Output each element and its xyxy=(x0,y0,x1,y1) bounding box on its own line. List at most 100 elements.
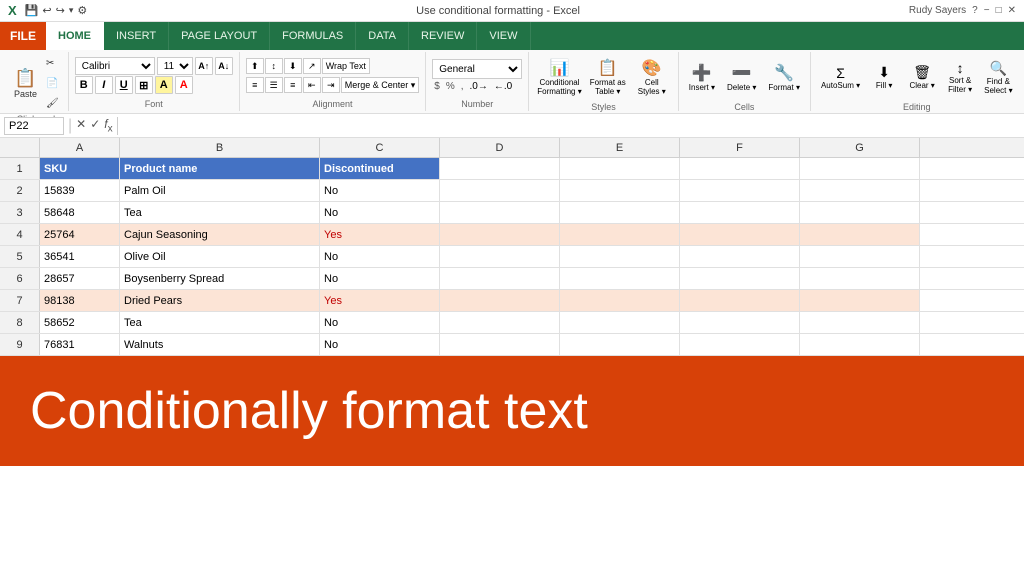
cell-e9[interactable] xyxy=(560,334,680,355)
cell-sku[interactable]: 15839 xyxy=(40,180,120,201)
align-top-button[interactable]: ⬆ xyxy=(246,58,264,74)
align-center-button[interactable]: ☰ xyxy=(265,77,283,93)
cell-e1[interactable] xyxy=(560,158,680,179)
increase-indent-button[interactable]: ⇥ xyxy=(322,77,340,93)
cell-e2[interactable] xyxy=(560,180,680,201)
col-header-f[interactable]: F xyxy=(680,138,800,157)
cell-sku[interactable]: 76831 xyxy=(40,334,120,355)
cut-button[interactable]: ✂ xyxy=(43,54,62,72)
delete-button[interactable]: ➖ Delete ▾ xyxy=(723,54,760,100)
cell-f9[interactable] xyxy=(680,334,800,355)
tab-home[interactable]: HOME xyxy=(46,22,104,50)
cell-e6[interactable] xyxy=(560,268,680,289)
fill-button[interactable]: ⬇ Fill ▾ xyxy=(866,54,902,100)
cell-g4[interactable] xyxy=(800,224,920,245)
cell-discontinued[interactable]: No xyxy=(320,202,440,223)
formula-input[interactable] xyxy=(117,117,1020,135)
cell-d5[interactable] xyxy=(440,246,560,267)
tab-review[interactable]: REVIEW xyxy=(409,22,477,50)
sort-filter-button[interactable]: ↕ Sort &Filter ▾ xyxy=(942,54,978,100)
increase-decimal-button[interactable]: .0→ xyxy=(468,81,490,92)
row-number[interactable]: 3 xyxy=(0,202,40,223)
font-grow-button[interactable]: A↑ xyxy=(195,57,213,75)
cell-discontinued[interactable]: No xyxy=(320,246,440,267)
cell-d7[interactable] xyxy=(440,290,560,311)
cell-product[interactable]: Tea xyxy=(120,312,320,333)
find-select-button[interactable]: 🔍 Find &Select ▾ xyxy=(980,54,1016,100)
cell-f2[interactable] xyxy=(680,180,800,201)
row-number[interactable]: 1 xyxy=(0,158,40,179)
row-number[interactable]: 7 xyxy=(0,290,40,311)
cell-g5[interactable] xyxy=(800,246,920,267)
comma-button[interactable]: , xyxy=(459,81,466,92)
help-btn[interactable]: ? xyxy=(972,5,978,16)
cell-f3[interactable] xyxy=(680,202,800,223)
cell-product[interactable]: Dried Pears xyxy=(120,290,320,311)
insert-button[interactable]: ➕ Insert ▾ xyxy=(685,54,719,100)
cell-e8[interactable] xyxy=(560,312,680,333)
cell-product[interactable]: Cajun Seasoning xyxy=(120,224,320,245)
tab-file[interactable]: FILE xyxy=(0,22,46,50)
col-header-c[interactable]: C xyxy=(320,138,440,157)
cell-sku[interactable]: 58652 xyxy=(40,312,120,333)
font-color-button[interactable]: A xyxy=(175,76,193,94)
row-number[interactable]: 6 xyxy=(0,268,40,289)
tab-data[interactable]: DATA xyxy=(356,22,409,50)
font-family-select[interactable]: Calibri xyxy=(75,57,155,75)
undo-icon[interactable]: ↩ xyxy=(42,4,51,17)
cell-discontinued[interactable]: No xyxy=(320,334,440,355)
cell-sku[interactable]: 58648 xyxy=(40,202,120,223)
cell-d4[interactable] xyxy=(440,224,560,245)
format-as-table-button[interactable]: 📋 Format asTable ▾ xyxy=(588,54,628,100)
col-header-b[interactable]: B xyxy=(120,138,320,157)
confirm-formula-icon[interactable]: ✓ xyxy=(90,117,100,134)
font-size-select[interactable]: 11 xyxy=(157,57,193,75)
header-discontinued[interactable]: Discontinued xyxy=(320,158,440,179)
tab-page-layout[interactable]: PAGE LAYOUT xyxy=(169,22,270,50)
format-button[interactable]: 🔧 Format ▾ xyxy=(764,54,804,100)
italic-button[interactable]: I xyxy=(95,76,113,94)
cell-g6[interactable] xyxy=(800,268,920,289)
cell-product[interactable]: Palm Oil xyxy=(120,180,320,201)
cell-discontinued[interactable]: No xyxy=(320,180,440,201)
font-shrink-button[interactable]: A↓ xyxy=(215,57,233,75)
cancel-formula-icon[interactable]: ✕ xyxy=(76,117,86,134)
save-icon[interactable]: 💾 xyxy=(25,4,39,17)
minimize-btn[interactable]: − xyxy=(984,5,990,16)
cell-f1[interactable] xyxy=(680,158,800,179)
conditional-formatting-button[interactable]: 📊 ConditionalFormatting ▾ xyxy=(535,54,583,100)
cell-d3[interactable] xyxy=(440,202,560,223)
cell-discontinued[interactable]: Yes xyxy=(320,290,440,311)
cell-g2[interactable] xyxy=(800,180,920,201)
row-number[interactable]: 8 xyxy=(0,312,40,333)
cell-sku[interactable]: 28657 xyxy=(40,268,120,289)
align-right-button[interactable]: ≡ xyxy=(284,77,302,93)
cell-d8[interactable] xyxy=(440,312,560,333)
cell-e3[interactable] xyxy=(560,202,680,223)
autosum-button[interactable]: Σ AutoSum ▾ xyxy=(817,54,864,100)
cell-discontinued[interactable]: Yes xyxy=(320,224,440,245)
format-painter-button[interactable]: 🖌 xyxy=(43,94,62,112)
header-sku[interactable]: SKU xyxy=(40,158,120,179)
paste-button[interactable]: 📋 Paste xyxy=(10,60,41,106)
number-format-select[interactable]: General xyxy=(432,59,522,79)
cell-g1[interactable] xyxy=(800,158,920,179)
cell-e4[interactable] xyxy=(560,224,680,245)
close-btn[interactable]: ✕ xyxy=(1008,5,1016,16)
cell-styles-button[interactable]: 🎨 CellStyles ▾ xyxy=(632,54,672,100)
align-bottom-button[interactable]: ⬇ xyxy=(284,58,302,74)
tab-insert[interactable]: INSERT xyxy=(104,22,169,50)
tab-formulas[interactable]: FORMULAS xyxy=(270,22,356,50)
cell-f6[interactable] xyxy=(680,268,800,289)
col-header-d[interactable]: D xyxy=(440,138,560,157)
cell-d2[interactable] xyxy=(440,180,560,201)
cell-e5[interactable] xyxy=(560,246,680,267)
cell-sku[interactable]: 98138 xyxy=(40,290,120,311)
underline-button[interactable]: U xyxy=(115,76,133,94)
row-number[interactable]: 4 xyxy=(0,224,40,245)
cell-f5[interactable] xyxy=(680,246,800,267)
dollar-button[interactable]: $ xyxy=(432,81,442,92)
copy-button[interactable]: 📄 xyxy=(43,74,62,92)
cell-f8[interactable] xyxy=(680,312,800,333)
quick-access-dropdown-icon[interactable]: ▾ xyxy=(69,5,74,16)
